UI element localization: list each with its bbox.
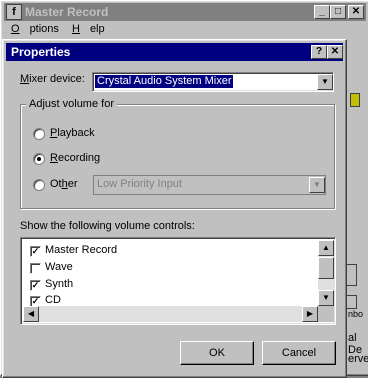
background-checkbox-edge bbox=[346, 295, 357, 309]
playback-radio[interactable] bbox=[33, 128, 45, 140]
scroll-thumb[interactable] bbox=[318, 257, 334, 279]
background-content-strip: nbo al De erve bbox=[346, 41, 368, 373]
mixer-device-select[interactable]: Crystal Audio System Mixer ▼ bbox=[92, 72, 334, 92]
cd-label: CD bbox=[45, 294, 61, 306]
scroll-left-button[interactable]: ◀ bbox=[23, 306, 39, 322]
volume-controls-list[interactable]: ✓ Master Record Wave ✓ Synth ✓ CD ▲ ▼ ◀ … bbox=[20, 237, 336, 325]
adjust-volume-group: Adjust volume for Playback Recording Oth… bbox=[20, 98, 335, 209]
radio-selected-dot bbox=[37, 157, 41, 161]
speaker-icon bbox=[350, 93, 360, 107]
help-button[interactable]: ? bbox=[311, 45, 327, 59]
menu-bar: Options Help bbox=[11, 23, 115, 35]
scroll-down-button[interactable]: ▼ bbox=[318, 290, 334, 306]
other-label[interactable]: Other bbox=[50, 178, 78, 190]
horizontal-scrollbar[interactable]: ◀ ▶ bbox=[23, 306, 318, 322]
menu-help[interactable]: Help bbox=[72, 23, 105, 35]
background-window-title: Master Record bbox=[25, 5, 109, 19]
synth-label: Synth bbox=[45, 278, 74, 290]
background-title-bar[interactable]: f Master Record _ □ ✕ bbox=[4, 3, 366, 21]
mixer-device-value: Crystal Audio System Mixer bbox=[95, 75, 234, 88]
wave-checkbox[interactable] bbox=[30, 263, 41, 274]
background-control-edge bbox=[346, 264, 357, 286]
vertical-scrollbar[interactable]: ▲ ▼ bbox=[318, 240, 334, 306]
properties-dialog: Properties ? ✕ Mixer device: Crystal Aud… bbox=[2, 39, 347, 378]
dialog-title-bar[interactable]: Properties ? ✕ bbox=[6, 43, 343, 61]
minimize-button[interactable]: _ bbox=[314, 5, 330, 19]
scroll-right-button[interactable]: ▶ bbox=[302, 306, 318, 322]
ok-button[interactable]: OK bbox=[180, 341, 254, 365]
app-icon: f bbox=[6, 4, 22, 20]
other-input-select[interactable]: Low Priority Input ▼ bbox=[93, 175, 326, 195]
other-input-value: Low Priority Input bbox=[97, 178, 182, 190]
background-partial-text-3: erve bbox=[348, 353, 368, 365]
chevron-down-icon[interactable]: ▼ bbox=[317, 74, 333, 90]
dialog-close-button[interactable]: ✕ bbox=[327, 45, 343, 59]
controls-label: Show the following volume controls: bbox=[20, 220, 195, 232]
wave-label: Wave bbox=[45, 261, 73, 273]
background-partial-text-1: nbo bbox=[348, 309, 364, 319]
close-button[interactable]: ✕ bbox=[348, 5, 364, 19]
menu-options[interactable]: Options bbox=[11, 23, 59, 35]
cancel-button[interactable]: Cancel bbox=[262, 341, 336, 365]
other-radio[interactable] bbox=[33, 179, 45, 191]
mixer-device-label: Mixer device: bbox=[20, 73, 85, 85]
scroll-up-button[interactable]: ▲ bbox=[318, 240, 334, 256]
list-item[interactable]: ✓ Master Record bbox=[26, 243, 306, 259]
recording-radio[interactable] bbox=[33, 153, 45, 165]
list-item[interactable]: Wave bbox=[26, 260, 306, 276]
recording-label[interactable]: Recording bbox=[50, 152, 100, 164]
dialog-title: Properties bbox=[11, 45, 71, 59]
chevron-down-icon[interactable]: ▼ bbox=[309, 177, 325, 193]
maximize-button[interactable]: □ bbox=[330, 5, 346, 19]
adjust-volume-label: Adjust volume for bbox=[26, 98, 117, 110]
synth-checkbox[interactable]: ✓ bbox=[30, 280, 41, 291]
playback-label[interactable]: Playback bbox=[50, 127, 95, 139]
master-record-checkbox[interactable]: ✓ bbox=[30, 246, 41, 257]
list-item[interactable]: ✓ Synth bbox=[26, 277, 306, 293]
scrollbar-corner bbox=[318, 306, 334, 322]
master-record-label: Master Record bbox=[45, 244, 118, 256]
